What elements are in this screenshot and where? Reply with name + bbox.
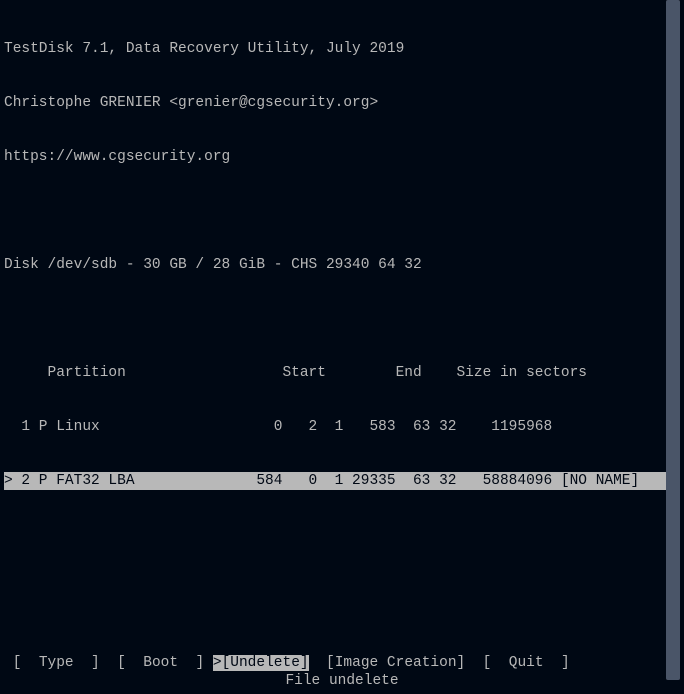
partition-row-selected[interactable]: > 2 P FAT32 LBA 584 0 1 29335 63 32 5888… (4, 472, 680, 490)
url-line: https://www.cgsecurity.org (4, 148, 680, 166)
menu-boot[interactable]: Boot (143, 655, 178, 671)
terminal-window: TestDisk 7.1, Data Recovery Utility, Jul… (0, 0, 684, 694)
scrollbar-track (666, 0, 680, 680)
disk-info: Disk /dev/sdb - 30 GB / 28 GiB - CHS 293… (4, 256, 680, 274)
menu-image-creation[interactable]: Image Creation (335, 655, 457, 671)
scrollbar-thumb[interactable] (666, 0, 680, 680)
menu-type[interactable]: Type (39, 655, 74, 671)
partition-row[interactable]: 1 P Linux 0 2 1 583 63 32 1195968 (4, 418, 680, 436)
bottom-menu: [ Type ] [ Boot ] >[Undelete] [Image Cre… (4, 654, 680, 672)
blank-line (4, 310, 680, 328)
menu-undelete-selected[interactable]: >[Undelete] (213, 655, 309, 671)
author-line: Christophe GRENIER <grenier@cgsecurity.o… (4, 94, 680, 112)
menu-hint: File undelete (4, 672, 680, 690)
partition-table-header: Partition Start End Size in sectors (4, 364, 680, 382)
app-title: TestDisk 7.1, Data Recovery Utility, Jul… (4, 40, 680, 58)
blank-line (4, 202, 680, 220)
menu-quit[interactable]: Quit (509, 655, 544, 671)
